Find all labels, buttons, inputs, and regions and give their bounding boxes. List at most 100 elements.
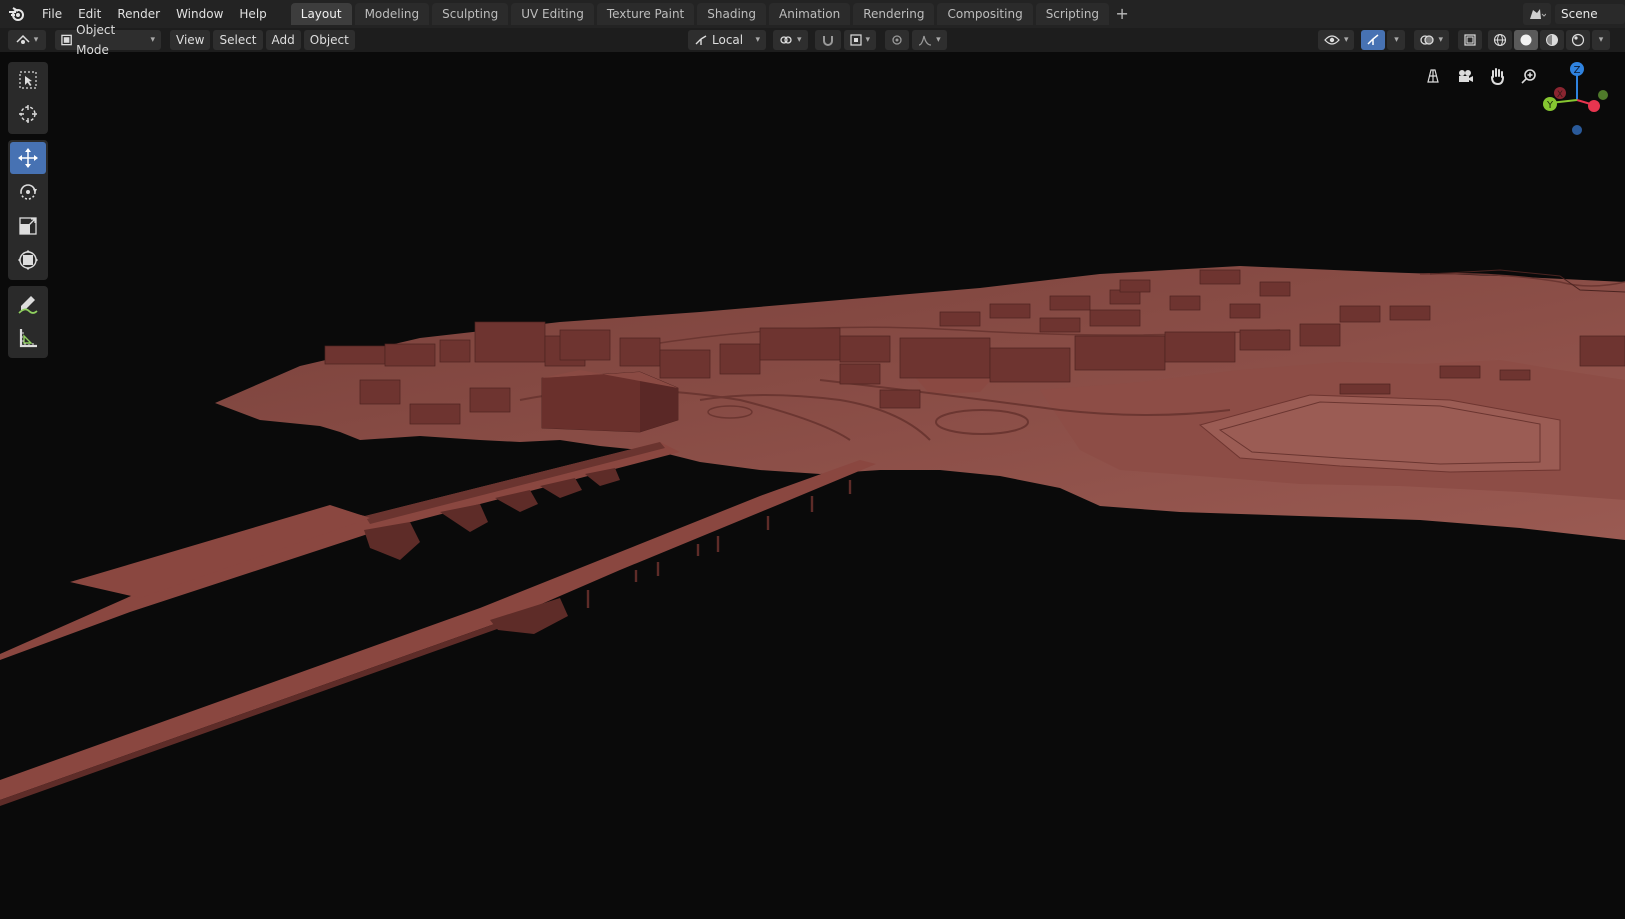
scene-selector: Scene [1523, 0, 1625, 28]
tab-animation[interactable]: Animation [769, 3, 851, 25]
top-bar: File Edit Render Window Help Layout Mode… [0, 0, 1625, 28]
cursor-icon [19, 105, 37, 123]
x-axis-label: X [1557, 90, 1563, 100]
chevron-down-icon: ▾ [1343, 35, 1349, 45]
y-axis-label: Y [1546, 100, 1554, 111]
gizmo-icon [1367, 34, 1379, 45]
pencil-icon [18, 296, 38, 314]
proportional-editing-toggle[interactable] [885, 30, 910, 50]
material-sphere-icon [1546, 34, 1558, 46]
chevron-down-icon: ▾ [1598, 35, 1604, 45]
tool-group-select [8, 62, 48, 134]
rendered-sphere-icon [1571, 33, 1585, 47]
tab-sculpting[interactable]: Sculpting [432, 3, 509, 25]
snap-increment-icon [849, 34, 862, 46]
shading-wireframe-button[interactable] [1488, 30, 1512, 50]
add-menu[interactable]: Add [265, 30, 301, 50]
tool-shelf [8, 62, 48, 364]
scale-icon [19, 217, 37, 235]
tab-shading[interactable]: Shading [697, 3, 766, 25]
wireframe-sphere-icon [1493, 33, 1507, 47]
chevron-down-icon: ▾ [1394, 35, 1399, 45]
shading-material-button[interactable] [1540, 30, 1564, 50]
menu-window[interactable]: Window [168, 3, 231, 25]
tab-texture-paint[interactable]: Texture Paint [596, 3, 695, 25]
x-axis-handle[interactable] [1588, 100, 1600, 112]
grid-perspective-icon [1427, 69, 1439, 83]
cursor-tool[interactable] [10, 98, 46, 130]
pivot-point-dropdown[interactable]: ▾ [773, 30, 808, 50]
mode-dropdown[interactable]: Object Mode ▾ [55, 23, 161, 57]
tab-layout[interactable]: Layout [290, 3, 352, 25]
toggle-perspective-button[interactable] [1420, 63, 1446, 89]
z-axis-label: Z [1574, 65, 1581, 76]
editor-type-button[interactable]: ▾ [8, 30, 46, 50]
proportional-editing-icon [892, 35, 902, 45]
shading-dropdown[interactable]: ▾ [1592, 30, 1610, 50]
viewport-header: ▾ Object Mode ▾ View Select Add Object L… [0, 23, 1625, 57]
overlays-toggle[interactable]: ▾ [1414, 30, 1449, 50]
chevron-down-icon: ▾ [1438, 35, 1443, 45]
shading-rendered-button[interactable] [1566, 30, 1590, 50]
object-menu[interactable]: Object [303, 30, 355, 50]
hand-icon [1491, 68, 1504, 85]
tab-uv-editing[interactable]: UV Editing [511, 3, 594, 25]
rotate-icon [20, 184, 37, 200]
tool-group-transform [8, 140, 48, 280]
tab-scripting[interactable]: Scripting [1035, 3, 1110, 25]
scale-tool[interactable] [10, 210, 46, 242]
chevron-down-icon: ▾ [797, 35, 802, 45]
tool-group-annotate [8, 286, 48, 358]
overlays-icon [1420, 35, 1435, 45]
move-tool[interactable] [10, 142, 46, 174]
transform-tool[interactable] [10, 244, 46, 276]
neg-z-axis-handle[interactable] [1572, 125, 1582, 135]
viewport-display-controls: ▾ ▾ ▾ ▾ [1317, 30, 1613, 50]
annotate-tool[interactable] [10, 288, 46, 320]
select-box-tool[interactable] [10, 64, 46, 96]
neg-y-axis-handle[interactable] [1598, 90, 1608, 100]
snap-toggle[interactable] [814, 30, 841, 50]
chevron-down-icon: ▾ [33, 35, 39, 45]
transform-icon [18, 250, 38, 270]
falloff-curve-icon [918, 35, 932, 46]
chevron-down-icon: ▾ [865, 35, 871, 45]
snap-target-dropdown[interactable]: ▾ [843, 30, 877, 50]
gizmo-toggle[interactable] [1361, 30, 1386, 50]
gizmo-dropdown[interactable]: ▾ [1387, 30, 1406, 50]
scene-browse-button[interactable] [1523, 3, 1551, 25]
rotate-tool[interactable] [10, 176, 46, 208]
editor-type-icon [16, 34, 30, 44]
move-arrows-icon [18, 148, 38, 168]
camera-icon [1459, 70, 1473, 82]
magnet-icon [822, 36, 833, 46]
scene-icon [1530, 9, 1546, 19]
camera-view-button[interactable] [1452, 63, 1478, 89]
shading-solid-button[interactable] [1514, 30, 1538, 50]
select-menu[interactable]: Select [213, 30, 263, 50]
solid-sphere-icon [1520, 34, 1532, 46]
orientation-icon [695, 35, 707, 45]
visibility-dropdown[interactable]: ▾ [1317, 30, 1355, 50]
add-workspace-button[interactable]: + [1112, 3, 1132, 25]
tab-rendering[interactable]: Rendering [853, 3, 935, 25]
tab-compositing[interactable]: Compositing [937, 3, 1033, 25]
pivot-icon [780, 36, 792, 44]
menu-help[interactable]: Help [231, 3, 274, 25]
chevron-down-icon: ▾ [150, 35, 155, 45]
view-menu[interactable]: View [170, 30, 211, 50]
chevron-down-icon: ▾ [755, 35, 760, 45]
measure-tool[interactable] [10, 322, 46, 354]
blender-logo-icon[interactable] [0, 0, 34, 28]
select-box-icon [19, 71, 37, 89]
xray-toggle[interactable] [1458, 30, 1482, 50]
menu-file[interactable]: File [34, 3, 70, 25]
orientation-dropdown[interactable]: Local ▾ [688, 30, 766, 50]
falloff-dropdown[interactable]: ▾ [912, 30, 947, 50]
tab-modeling[interactable]: Modeling [354, 3, 430, 25]
workspace-tabs: Layout Modeling Sculpting UV Editing Tex… [290, 3, 1132, 25]
3d-viewport[interactable]: X Z Y [0, 52, 1625, 919]
pan-view-button[interactable] [1484, 63, 1510, 89]
navigation-gizmo[interactable]: X Z Y [1530, 60, 1620, 144]
scene-name-field[interactable]: Scene [1555, 4, 1625, 24]
